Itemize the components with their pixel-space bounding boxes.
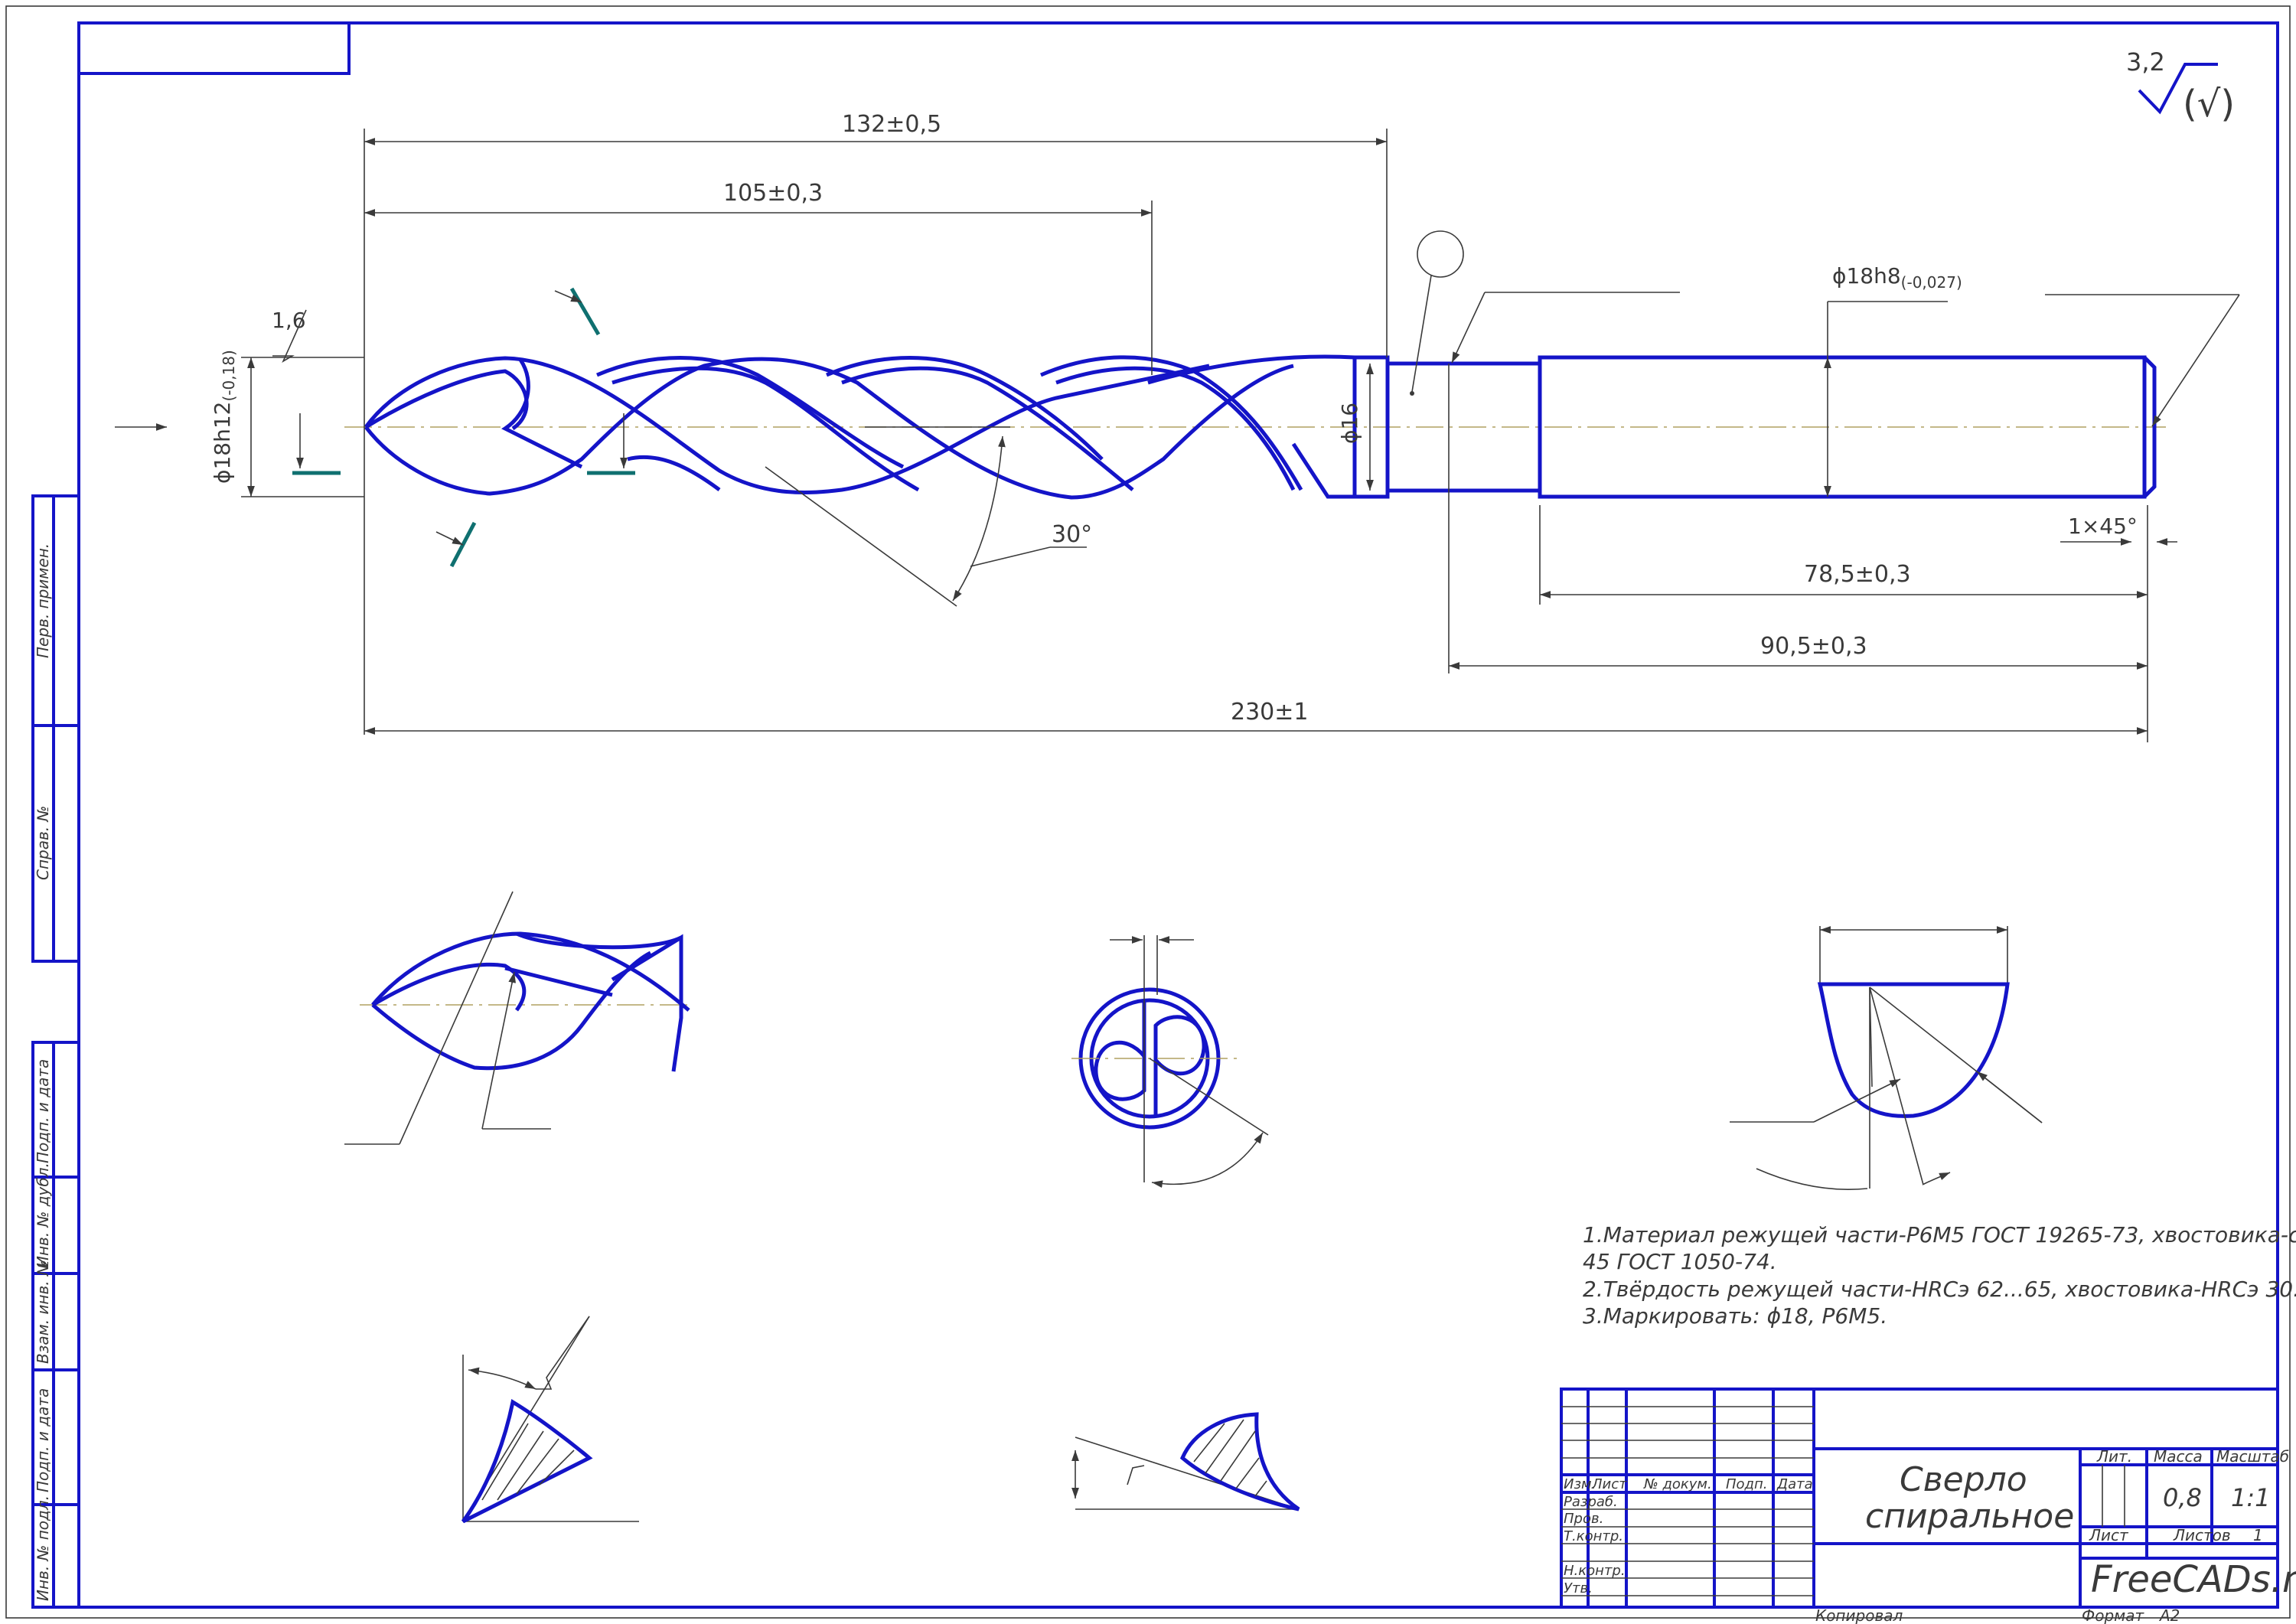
- side-label-perv-primen: Перв. примен.: [34, 543, 52, 658]
- requirement-3: 3.Маркировать: ϕ18, Р6М5.: [1583, 1303, 1887, 1329]
- dim-angle-30: 30°: [1052, 521, 1092, 548]
- general-roughness-symbol: 3,2 (√): [2126, 47, 2235, 126]
- roughness-value: 3,2: [2126, 47, 2165, 77]
- dim-132: 132±0,5: [842, 111, 941, 138]
- dim-105: 105±0,3: [723, 180, 823, 207]
- drawing-sheet: Перв. примен. Справ. № Подп. и дата Инв.…: [5, 5, 2296, 1624]
- tb-razrab: Разраб.: [1564, 1494, 1618, 1510]
- side-label-podp-data-2: Подп. и дата: [34, 1388, 52, 1492]
- side-label-sprav-no: Справ. №: [34, 806, 52, 880]
- tb-massa-label: Масса: [2154, 1447, 2203, 1466]
- cutter-profile: [1730, 926, 2043, 1191]
- technical-requirements: 1.Материал режущей части-Р6М5 ГОСТ 19265…: [1583, 1222, 2296, 1329]
- tb-sheet-label: Лист: [2089, 1526, 2129, 1544]
- tb-kopiroval: Копировал: [1815, 1606, 1903, 1624]
- requirement-2: 2.Твёрдость режущей части-HRCэ 62...65, …: [1583, 1277, 2296, 1302]
- tb-organization: FreeCADs.ru: [2091, 1558, 2296, 1601]
- profile-shape: [1817, 982, 2010, 1118]
- section-bb-detail: [344, 891, 690, 1145]
- side-label-vzam-inv: Взам. инв. №: [34, 1260, 52, 1364]
- tb-sheets-value: 1: [2253, 1526, 2263, 1544]
- tb-format-label: Формат: [2082, 1606, 2144, 1624]
- tb-format-value: А2: [2158, 1606, 2180, 1624]
- dim-90-5: 90,5±0,3: [1760, 633, 1867, 660]
- tb-lit-label: Лит.: [2096, 1447, 2132, 1466]
- dim-230: 230±1: [1231, 699, 1308, 726]
- tb-hdr-data: Дата: [1776, 1476, 1813, 1492]
- title-block: Изм. Лист № докум. Подп. Дата Разраб. Пр…: [1560, 1388, 2296, 1624]
- tip-roughness: 1,6: [272, 308, 306, 333]
- dim-dia-18h12: ϕ18h12(-0,18): [210, 350, 238, 484]
- tb-hdr-izm: Изм.: [1564, 1476, 1596, 1492]
- dim-dia-18h8: ϕ18h8(-0,027): [1832, 263, 1962, 292]
- roughness-suffix: (√): [2183, 83, 2235, 126]
- tb-masshtab-label: Масштаб: [2216, 1447, 2289, 1466]
- main-notes: [1410, 230, 2240, 427]
- sheet-frame: [5, 5, 2291, 1619]
- upper-left-stamp-box: [77, 21, 351, 75]
- section-bb-lip: [461, 1316, 639, 1524]
- view-a-detail: [1071, 935, 1269, 1189]
- section-vv-detail: [1071, 1412, 1300, 1511]
- side-label-inv-podl: Инв. № подл.: [34, 1495, 52, 1601]
- tb-name-line1: Сверло: [1900, 1460, 2027, 1499]
- tb-nkontr: Н.контр.: [1564, 1563, 1626, 1579]
- tb-utv: Утв.: [1564, 1580, 1593, 1596]
- tb-hdr-dokum: № докум.: [1643, 1476, 1712, 1492]
- vv-tooth-profile: [1179, 1412, 1300, 1511]
- dim-chamfer: 1×45°: [2068, 514, 2138, 539]
- section-marks-main: [115, 287, 635, 568]
- requirement-1b: 45 ГОСТ 1050-74.: [1583, 1249, 1777, 1274]
- tb-massa-value: 0,8: [2163, 1483, 2202, 1512]
- tb-sheets-label: Листов: [2173, 1526, 2231, 1544]
- tb-masshtab-value: 1:1: [2231, 1483, 2271, 1512]
- dim-dia-16: ϕ16: [1337, 403, 1362, 444]
- requirement-1: 1.Материал режущей части-Р6М5 ГОСТ 19265…: [1583, 1222, 2296, 1247]
- side-label-inv-dubl: Инв. № дубл.: [34, 1163, 52, 1267]
- note-p3-bubble: [1417, 230, 1464, 278]
- dim-78-5: 78,5±0,3: [1804, 561, 1911, 588]
- tb-name-line2: спиральное: [1865, 1497, 2074, 1536]
- drill-main-view: [344, 354, 2166, 500]
- side-label-podp-data-1: Подп. и дата: [34, 1059, 52, 1163]
- tb-prov: Пров.: [1564, 1511, 1603, 1527]
- tb-hdr-list: Лист: [1591, 1476, 1627, 1492]
- tb-tkontr: Т.контр.: [1564, 1528, 1623, 1544]
- tb-hdr-podp: Подп.: [1726, 1476, 1767, 1492]
- side-strip: Перв. примен. Справ. № Подп. и дата Инв.…: [31, 494, 80, 1609]
